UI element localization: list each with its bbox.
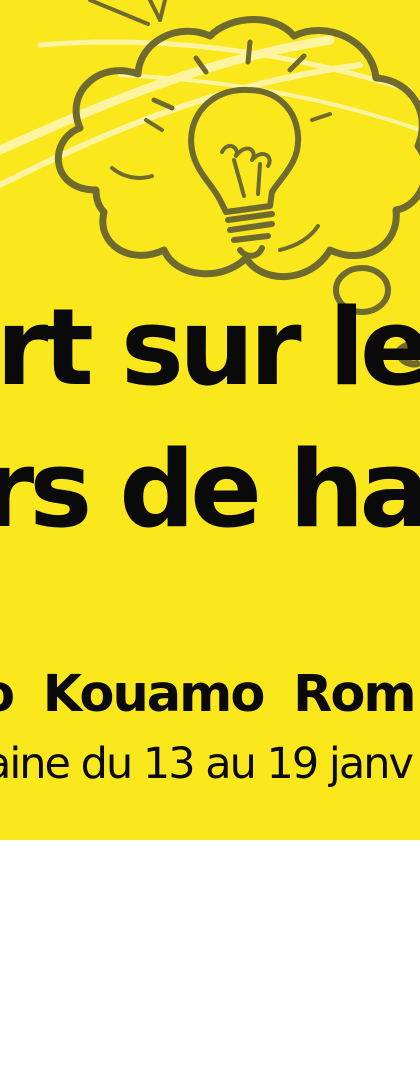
author-name: o Kouamo Rom (0, 665, 417, 724)
page: rt sur le rs de ha o Kouamo Rom aine du … (0, 0, 420, 1080)
poster-banner: rt sur le rs de ha o Kouamo Rom aine du … (0, 0, 420, 840)
blank-area (0, 840, 420, 1080)
title-line-2: rs de ha (0, 428, 420, 551)
title-line-1: rt sur le (0, 286, 420, 409)
event-dates: aine du 13 au 19 janv (0, 739, 414, 789)
